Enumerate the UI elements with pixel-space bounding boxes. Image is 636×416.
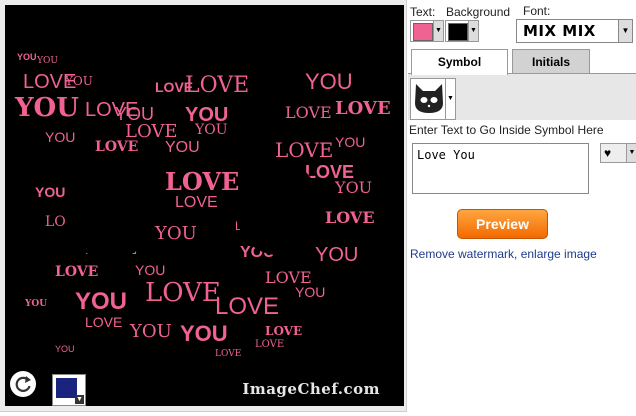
word-art-text: LOVE [155, 79, 194, 95]
symbol-text-input[interactable] [412, 143, 589, 194]
tab-symbol[interactable]: Symbol [411, 49, 508, 75]
word-art-text: YOU [335, 178, 373, 197]
word-art-text: LOVE [305, 162, 355, 182]
chevron-down-icon: ▼ [468, 21, 478, 41]
word-art-text: YOU [295, 284, 326, 300]
word-art-text: LOVE [255, 339, 285, 350]
symbol-tab-panel: ▼ [408, 73, 636, 120]
word-art-text: YOU [165, 139, 200, 156]
word-art-text: YOU [25, 299, 48, 309]
text-color-swatch [413, 23, 433, 41]
heart-icon: ♥ [604, 146, 612, 160]
chevron-down-icon: ▼ [618, 20, 632, 42]
symbol-picker[interactable]: ▼ [410, 78, 456, 120]
background-color-swatch [448, 23, 468, 41]
watermark: ImageChef.com [242, 380, 380, 398]
word-art-text: YOU [155, 223, 197, 244]
remove-watermark-link[interactable]: Remove watermark, enlarge image [410, 247, 597, 261]
word-art-text: YOU [130, 321, 172, 342]
word-art-text: LOVE [125, 121, 178, 142]
cat-face-icon [415, 84, 443, 113]
right-eye-hole [235, 160, 320, 255]
tab-initials[interactable]: Initials [512, 49, 590, 74]
text-color-picker[interactable]: ▼ [410, 20, 444, 42]
font-select[interactable]: MIX MIX ▼ [516, 19, 633, 43]
word-art-text: YOU [185, 104, 229, 126]
left-eye-hole [65, 165, 155, 260]
word-art-text: LOVE [145, 278, 221, 308]
font-label: Font: [523, 4, 551, 18]
word-art-text: YOU [37, 56, 58, 66]
chevron-down-icon: ▼ [445, 79, 455, 119]
word-art-text: LOVE [23, 71, 77, 93]
word-art-text: YOU [135, 262, 166, 278]
chevron-down-icon: ▼ [433, 21, 443, 41]
preview-button[interactable]: Preview [457, 209, 548, 239]
word-art-text: YOU [305, 69, 353, 94]
font-value: MIX MIX [523, 22, 596, 40]
refresh-button[interactable] [10, 371, 36, 397]
word-art-text: YOU [45, 129, 76, 145]
controls-panel: Text: Background Font: ▼ ▼ MIX MIX ▼ Sym… [408, 0, 636, 416]
shape-picker-button[interactable]: ♥ ▼ [600, 143, 636, 163]
word-art-text: LOVE [325, 208, 375, 227]
preview-canvas: LOVE YOU LOVE YOU LOVE YOU YOU LOVE YOU LOVE LOVE Y… [5, 5, 404, 406]
background-color-picker[interactable]: ▼ [52, 374, 86, 406]
word-art-text: LOVE [95, 139, 139, 155]
word-art-text: LOVE [85, 314, 123, 330]
word-art-text: YOU [15, 93, 79, 123]
word-art-text: YOU [55, 344, 75, 354]
word-art-text: LOVE [185, 73, 250, 98]
word-art-text: LOVE [275, 138, 334, 162]
word-art-text: LOVE [55, 264, 99, 280]
chevron-down-icon: ▼ [626, 144, 636, 162]
word-art-text: LOVE [285, 103, 332, 122]
word-art-text: YOU [35, 184, 66, 200]
word-art-text: LOVE [335, 98, 391, 119]
background-color-dropdown[interactable]: ▼ [445, 20, 479, 42]
word-art-text: YOU [75, 288, 128, 315]
background-color-swatch [56, 378, 77, 398]
word-art-text: LOVE [215, 349, 242, 359]
text-color-label: Text: [410, 5, 436, 19]
word-art-text: LOVE [265, 268, 312, 287]
background-color-label: Background [446, 5, 511, 19]
word-art-text: YOU [335, 134, 366, 150]
refresh-icon [15, 376, 31, 392]
chevron-down-icon: ▼ [75, 395, 84, 404]
word-art-text: LOVE [265, 324, 303, 338]
word-art-text: YOU [17, 52, 37, 62]
word-art-text: LOVE [175, 194, 218, 211]
word-art-text: LOVE [85, 99, 139, 121]
word-art-text: LOVE [215, 293, 280, 320]
word-art-text: YOU [180, 321, 228, 346]
word-art-text: YOU [315, 244, 359, 266]
symbol-text-hint: Enter Text to Go Inside Symbol Here [409, 123, 604, 137]
canvas-area: LOVE YOU LOVE YOU LOVE YOU YOU LOVE YOU LOVE LOVE Y… [0, 0, 407, 412]
word-art-text: LOVE [165, 167, 240, 196]
